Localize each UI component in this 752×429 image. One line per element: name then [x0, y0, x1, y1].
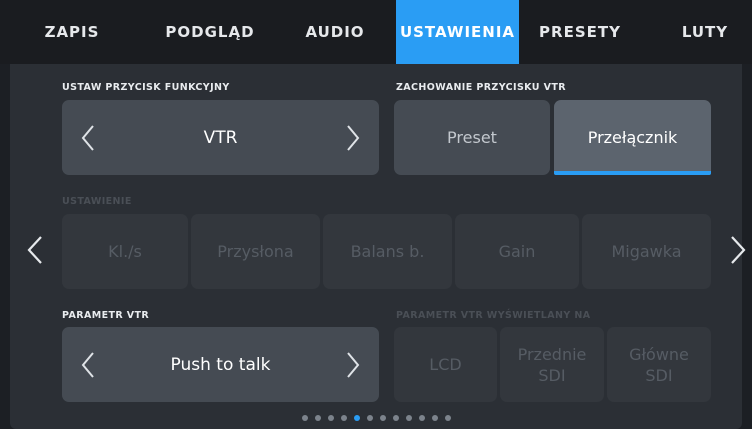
page-dot[interactable]	[340, 415, 347, 421]
page-prev-arrow[interactable]	[22, 230, 48, 270]
function-button-value: VTR	[203, 127, 238, 148]
tab-audio[interactable]: AUDIO	[290, 0, 380, 64]
page-next-arrow[interactable]	[725, 230, 751, 270]
function-button-label: USTAW PRZYCISK FUNKCYJNY	[62, 82, 230, 93]
setting-option-gain: Gain	[455, 214, 579, 289]
tab-luty[interactable]: LUTY	[665, 0, 745, 64]
setting-label: USTAWIENIE	[62, 196, 132, 207]
selected-indicator	[554, 171, 711, 175]
chevron-right-icon	[347, 124, 360, 151]
tab-bar: ZAPIS PODGLĄD AUDIO USTAWIENIA PRESETY L…	[0, 0, 752, 64]
page-indicator	[10, 413, 742, 423]
vtr-display-lcd: LCD	[394, 327, 497, 402]
page-dot[interactable]	[379, 415, 386, 421]
tab-presety[interactable]: PRESETY	[530, 0, 630, 64]
page-dot[interactable]	[444, 415, 451, 421]
setting-option-shutter: Migawka	[582, 214, 711, 289]
chevron-left-icon	[27, 236, 42, 264]
vtr-display-label: PARAMETR VTR WYŚWIETLANY NA	[396, 310, 591, 321]
setting-option-fps: Kl./s	[62, 214, 188, 289]
page-dot[interactable]	[301, 415, 308, 421]
page-dot[interactable]	[392, 415, 399, 421]
vtr-behavior-preset[interactable]: Preset	[394, 100, 550, 175]
page-dot[interactable]	[366, 415, 373, 421]
setting-option-white-balance: Balans b.	[323, 214, 452, 289]
function-button-selector: VTR	[62, 100, 379, 175]
vtr-parameter-next[interactable]	[333, 327, 373, 402]
vtr-behavior-label: ZACHOWANIE PRZYCISKU VTR	[396, 82, 566, 93]
vtr-behavior-toggle[interactable]: Przełącznik	[554, 100, 711, 175]
vtr-parameter-selector: Push to talk	[62, 327, 379, 402]
vtr-parameter-label: PARAMETR VTR	[62, 310, 150, 321]
chevron-right-icon	[731, 236, 746, 264]
page-dot[interactable]	[353, 415, 360, 421]
page-dot[interactable]	[431, 415, 438, 421]
setting-option-iris: Przysłona	[191, 214, 320, 289]
settings-panel: USTAW PRZYCISK FUNKCYJNY VTR ZACHOWANIE …	[10, 64, 746, 429]
tab-ustawienia[interactable]: USTAWIENIA	[396, 0, 519, 64]
vtr-display-front-sdi: Przednie SDI	[500, 327, 604, 402]
chevron-right-icon	[347, 351, 360, 378]
page-dot[interactable]	[405, 415, 412, 421]
vtr-display-main-sdi: Główne SDI	[607, 327, 711, 402]
tab-zapis[interactable]: ZAPIS	[28, 0, 116, 64]
tab-podglad[interactable]: PODGLĄD	[150, 0, 270, 64]
page-dot[interactable]	[327, 415, 334, 421]
vtr-parameter-value: Push to talk	[170, 354, 271, 375]
function-button-next[interactable]	[333, 100, 373, 175]
page-dot[interactable]	[418, 415, 425, 421]
page-dot[interactable]	[314, 415, 321, 421]
